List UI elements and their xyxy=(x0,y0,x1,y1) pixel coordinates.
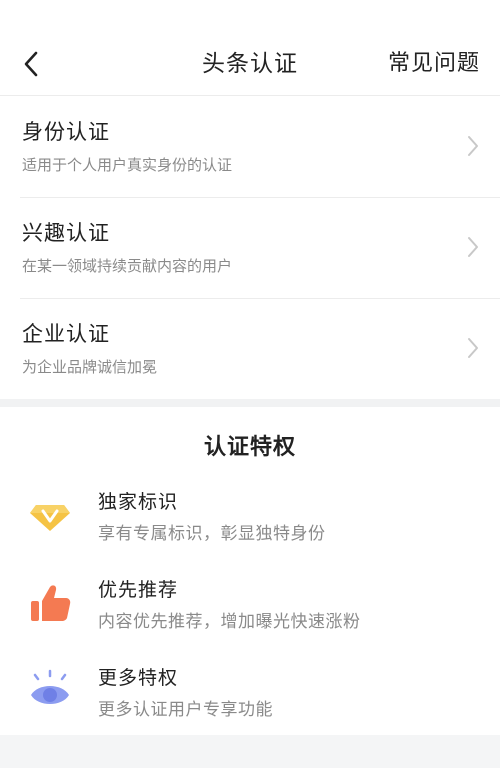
divider xyxy=(20,298,500,299)
item-subtitle: 适用于个人用户真实身份的认证 xyxy=(22,156,233,174)
chevron-right-icon xyxy=(468,237,478,257)
item-title: 身份认证 xyxy=(22,120,110,144)
faq-link[interactable]: 常见问题 xyxy=(388,47,480,81)
privilege-title: 优先推荐 xyxy=(98,579,179,601)
thumbs-up-icon xyxy=(31,585,71,621)
section-gap xyxy=(0,399,500,407)
top-bar: 头条认证 常见问题 xyxy=(0,0,500,96)
item-title: 兴趣认证 xyxy=(22,221,110,245)
privilege-title: 独家标识 xyxy=(98,491,179,513)
interest-certification-item[interactable]: 兴趣认证 在某一领域持续贡献内容的用户 xyxy=(0,197,500,298)
privilege-item: 更多特权 更多认证用户专享功能 xyxy=(0,663,500,743)
privilege-item: 优先推荐 内容优先推荐，增加曝光快速涨粉 xyxy=(0,575,500,655)
enterprise-certification-item[interactable]: 企业认证 为企业品牌诚信加冕 xyxy=(0,298,500,399)
privilege-item: 独家标识 享有专属标识，彰显独特身份 xyxy=(0,487,500,567)
privileges-title: 认证特权 xyxy=(203,435,296,460)
item-subtitle: 在某一领域持续贡献内容的用户 xyxy=(22,257,233,275)
privilege-subtitle: 更多认证用户专享功能 xyxy=(98,700,273,720)
chevron-right-icon xyxy=(468,136,478,156)
certification-list: 身份认证 适用于个人用户真实身份的认证 兴趣认证 在某一领域持续贡献内容的用户 … xyxy=(0,96,500,399)
privilege-title: 更多特权 xyxy=(98,667,179,689)
diamond-v-icon xyxy=(30,505,70,531)
item-subtitle: 为企业品牌诚信加冕 xyxy=(22,358,158,376)
privilege-subtitle: 内容优先推荐，增加曝光快速涨粉 xyxy=(98,612,361,632)
item-title: 企业认证 xyxy=(22,322,110,346)
privileges-section: 认证特权 独家标识 享有专属标识，彰显独特身份 优先推荐 内容优先推荐，增加曝光… xyxy=(0,407,500,735)
identity-certification-item[interactable]: 身份认证 适用于个人用户真实身份的认证 xyxy=(0,96,500,197)
chevron-right-icon xyxy=(468,338,478,358)
eye-icon xyxy=(31,669,69,704)
divider xyxy=(20,197,500,198)
privilege-subtitle: 享有专属标识，彰显独特身份 xyxy=(98,524,326,544)
